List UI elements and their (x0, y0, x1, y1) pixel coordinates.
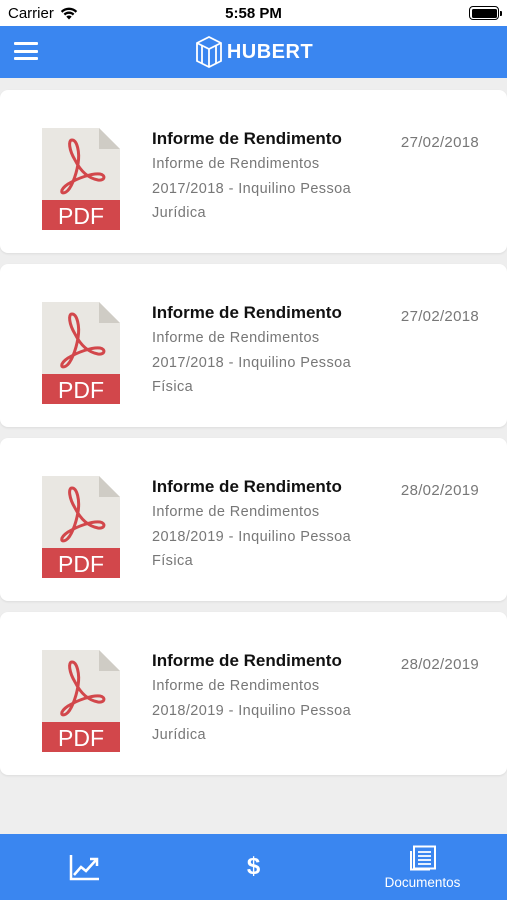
document-date: 28/02/2019 (400, 656, 479, 673)
menu-icon (14, 42, 38, 45)
logo-icon (195, 35, 222, 69)
document-card[interactable]: PDF Informe de Rendimento Informe de Ren… (0, 264, 507, 427)
document-description: Informe de Rendimentos 2018/2019 - Inqui… (152, 678, 352, 743)
document-date: 27/02/2018 (400, 308, 479, 325)
pdf-file-icon: PDF (42, 128, 120, 230)
document-description: Informe de Rendimentos 2017/2018 - Inqui… (152, 330, 352, 395)
pdf-badge: PDF (58, 203, 104, 229)
status-bar: Carrier 5:58 PM (0, 0, 507, 26)
pdf-badge: PDF (58, 551, 104, 577)
document-description: Informe de Rendimentos 2018/2019 - Inqui… (152, 504, 352, 569)
tab-documentos[interactable]: Documentos (338, 834, 507, 900)
tab-charts[interactable] (0, 834, 169, 900)
document-card[interactable]: PDF Informe de Rendimento Informe de Ren… (0, 438, 507, 601)
document-date: 28/02/2019 (400, 482, 479, 499)
document-list: PDF Informe de Rendimento Informe de Ren… (0, 90, 507, 786)
app-logo: HUBERT (194, 35, 313, 69)
tab-finance[interactable]: $ (169, 834, 338, 900)
chart-icon (69, 855, 99, 881)
menu-button[interactable] (14, 40, 38, 62)
pdf-badge: PDF (58, 377, 104, 403)
logo-text: HUBERT (226, 40, 314, 63)
document-card[interactable]: PDF Informe de Rendimento Informe de Ren… (0, 612, 507, 775)
document-description: Informe de Rendimentos 2017/2018 - Inqui… (152, 156, 352, 221)
tab-label: Documentos (384, 874, 461, 890)
document-title: Informe de Rendimento (152, 477, 342, 496)
app-bar: HUBERT (0, 26, 507, 78)
pdf-badge: PDF (58, 725, 104, 751)
document-title: Informe de Rendimento (152, 129, 342, 148)
carrier-label: Carrier (8, 4, 54, 22)
battery-icon (469, 6, 502, 20)
document-date: 27/02/2018 (400, 134, 479, 151)
tab-bar: $ Documentos (0, 834, 507, 900)
pdf-file-icon: PDF (42, 650, 120, 752)
pdf-file-icon: PDF (42, 302, 120, 404)
documents-icon (409, 845, 436, 870)
wifi-icon (60, 7, 78, 19)
pdf-file-icon: PDF (42, 476, 120, 578)
document-title: Informe de Rendimento (152, 651, 342, 670)
document-card[interactable]: PDF Informe de Rendimento Informe de Ren… (0, 90, 507, 253)
dollar-icon: $ (246, 853, 261, 880)
document-title: Informe de Rendimento (152, 303, 342, 322)
